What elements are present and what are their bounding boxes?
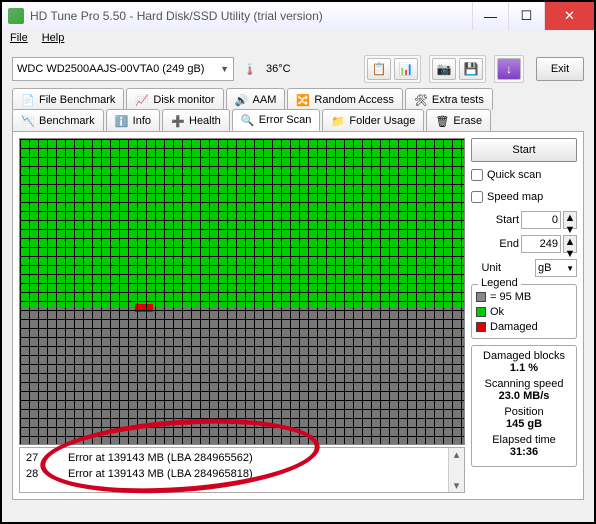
start-spinner[interactable]: ▲▼ [563,211,577,229]
menu-help[interactable]: Help [42,32,65,48]
app-icon [8,8,24,24]
content-pane: 27Error at 139143 MB (LBA 284965562) 28E… [12,131,584,500]
copy-info-button[interactable]: 📋 [367,58,391,80]
speed-map-checkbox[interactable]: Speed map [471,188,577,206]
block-swatch [476,292,486,302]
drive-select[interactable]: WDC WD2500AAJS-00VTA0 (249 gB) ▼ [12,57,234,81]
ok-swatch [476,307,486,317]
chevron-down-icon: ▼ [566,264,574,273]
tools-icon: 🛠 [414,94,428,106]
tab-random-access[interactable]: 🔀Random Access [287,88,402,110]
tab-aam[interactable]: 🔊AAM [226,88,286,110]
close-button[interactable]: ✕ [544,2,594,30]
save-button[interactable]: 💾 [459,58,483,80]
screenshot-button[interactable]: 📷 [432,58,456,80]
chevron-down-icon: ▼ [220,64,229,74]
menu-file[interactable]: File [10,32,28,48]
tab-benchmark[interactable]: 📉Benchmark [12,109,104,131]
quick-scan-checkbox[interactable]: Quick scan [471,166,577,184]
tab-info[interactable]: ℹ️Info [106,109,160,131]
legend-box: Legend = 95 MB Ok Damaged [471,284,577,339]
unit-label: Unit [471,262,501,274]
tab-erase[interactable]: 🗑Erase [426,109,491,131]
maximize-button[interactable]: ☐ [508,2,544,30]
scrollbar[interactable]: ▴▾ [448,448,464,492]
exit-button[interactable]: Exit [536,57,584,81]
tab-disk-monitor[interactable]: 📈Disk monitor [126,88,223,110]
stats-box: Damaged blocks 1.1 % Scanning speed 23.0… [471,345,577,467]
end-input[interactable] [521,235,561,253]
tab-file-benchmark[interactable]: 📄File Benchmark [12,88,124,110]
tab-extra-tests[interactable]: 🛠Extra tests [405,88,493,110]
tab-health[interactable]: ➕Health [162,109,230,131]
gauge-icon: 📉 [21,115,35,127]
list-item[interactable]: 27Error at 139143 MB (LBA 284965562) [26,450,442,466]
copy-chart-button[interactable]: 📊 [394,58,418,80]
tab-folder-usage[interactable]: 📁Folder Usage [322,109,424,131]
start-input[interactable] [521,211,561,229]
random-icon: 🔀 [296,94,310,106]
temperature-value: 36°C [266,63,291,75]
start-button[interactable]: Start [471,138,577,162]
unit-select[interactable]: gB▼ [535,259,577,277]
trash-icon: 🗑 [435,115,449,127]
minimize-button[interactable]: — [472,2,508,30]
toolbar: WDC WD2500AAJS-00VTA0 (249 gB) ▼ 🌡️ 36°C… [2,50,594,88]
speaker-icon: 🔊 [235,94,249,106]
end-spinner[interactable]: ▲▼ [563,235,577,253]
options-button[interactable]: ↓ [497,58,521,80]
start-label: Start [489,214,519,226]
titlebar: HD Tune Pro 5.50 - Hard Disk/SSD Utility… [2,2,594,30]
folder-icon: 📁 [331,115,345,127]
end-label: End [489,238,519,250]
menubar: File Help [2,30,594,50]
file-icon: 📄 [21,94,35,106]
chart-icon: 📈 [135,94,149,106]
health-icon: ➕ [171,115,185,127]
list-item[interactable]: 28Error at 139143 MB (LBA 284965818) [26,466,442,482]
drive-select-value: WDC WD2500AAJS-00VTA0 (249 gB) [17,63,204,75]
search-icon: 🔍 [241,114,255,126]
scan-grid [19,138,465,445]
info-icon: ℹ️ [115,115,129,127]
error-list: 27Error at 139143 MB (LBA 284965562) 28E… [19,447,465,493]
window-title: HD Tune Pro 5.50 - Hard Disk/SSD Utility… [30,9,472,23]
damaged-swatch [476,322,486,332]
tab-error-scan[interactable]: 🔍Error Scan [232,109,321,131]
thermometer-icon: 🌡️ [242,58,258,80]
